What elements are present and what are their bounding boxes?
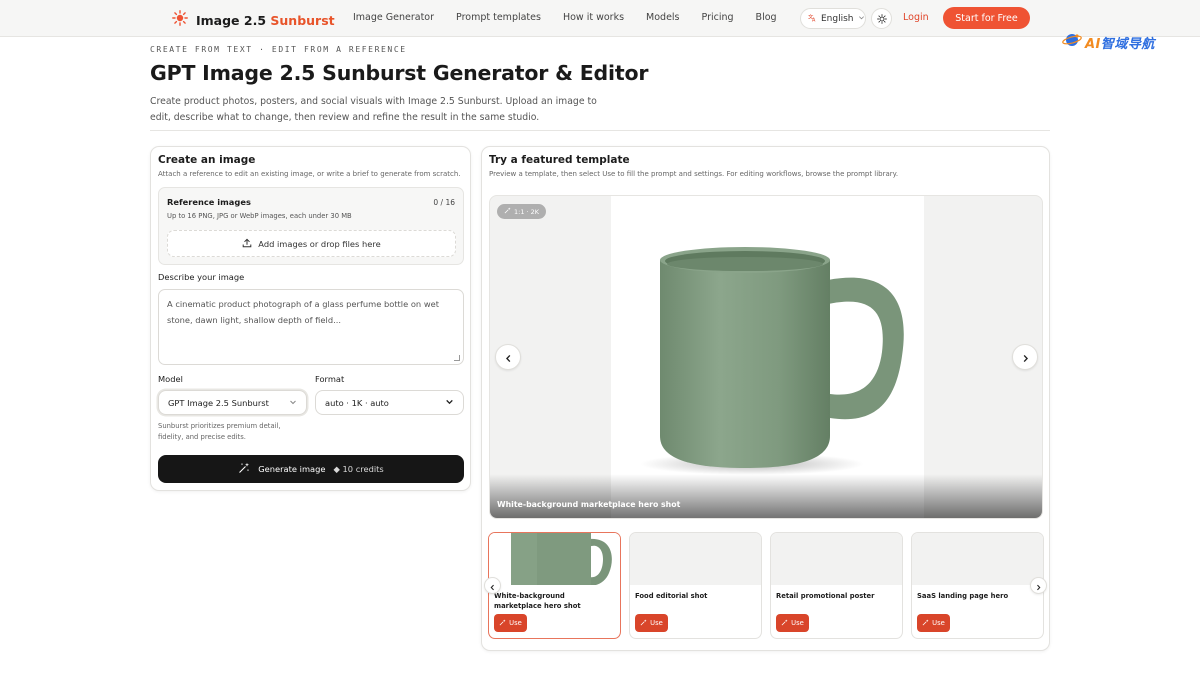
header-divider <box>150 130 1050 131</box>
chevron-down-icon <box>445 397 454 408</box>
use-template-button[interactable]: Use <box>917 614 950 632</box>
top-navigation: Image 2.5 Sunburst Image Generator Promp… <box>0 0 1200 37</box>
brand-logo[interactable]: Image 2.5 Sunburst <box>172 10 335 30</box>
chevron-left-icon <box>504 348 513 367</box>
create-card-description: Attach a reference to edit an existing i… <box>158 170 461 178</box>
use-template-button[interactable]: Use <box>635 614 668 632</box>
featured-title: Try a featured template <box>489 154 630 166</box>
prompt-label: Describe your image <box>158 272 245 282</box>
upload-icon <box>242 238 252 250</box>
template-card-saas[interactable]: SaaS landing page hero Use <box>911 532 1044 639</box>
create-card-title: Create an image <box>158 154 256 166</box>
template-card-food[interactable]: Food editorial shot Use <box>629 532 762 639</box>
sparkle-icon <box>499 618 506 628</box>
templates-next-button[interactable] <box>1030 577 1047 594</box>
sparkle-icon <box>781 618 788 628</box>
chevron-down-icon <box>289 398 297 408</box>
hero-caption-overlay <box>490 474 1042 518</box>
sparkle-icon <box>640 618 647 628</box>
ratio-chip: 1:1 · 2K <box>497 204 547 219</box>
featured-template-card: Try a featured template Preview a templa… <box>481 146 1050 651</box>
template-preview[interactable]: 1:1 · 2K White-background marketplace he… <box>489 195 1043 519</box>
reference-images-description: Up to 16 PNG, JPG or WebP images, each u… <box>167 212 352 220</box>
prompt-textarea[interactable]: A cinematic product photograph of a glas… <box>158 289 464 365</box>
reference-images-count: 0 / 16 <box>433 198 455 207</box>
nav-models[interactable]: Models <box>646 12 679 23</box>
format-select-value: auto · 1K · auto <box>325 397 389 408</box>
generate-label: Generate image <box>258 464 326 474</box>
brand-name: Image 2.5 Sunburst <box>196 12 335 28</box>
sun-logo-icon <box>172 10 188 30</box>
translate-icon: 文A <box>808 12 817 25</box>
use-label: Use <box>791 619 804 627</box>
eyebrow-text: CREATE FROM TEXT · EDIT FROM A REFERENCE <box>150 45 407 54</box>
chevron-right-icon <box>1021 348 1030 367</box>
format-select[interactable]: auto · 1K · auto <box>315 390 464 415</box>
template-card-retail[interactable]: Retail promotional poster Use <box>770 532 903 639</box>
reference-images-panel: Reference images 0 / 16 Up to 16 PNG, JP… <box>158 187 464 265</box>
mug-thumbnail <box>489 533 620 585</box>
use-label: Use <box>650 619 663 627</box>
template-title: Retail promotional poster <box>776 592 875 600</box>
template-thumbnail <box>630 533 761 585</box>
model-select[interactable]: GPT Image 2.5 Sunburst <box>158 390 307 415</box>
template-title: SaaS landing page hero <box>917 592 1009 600</box>
hero-caption: White-background marketplace hero shot <box>497 500 681 509</box>
reference-images-title: Reference images <box>167 197 251 207</box>
chevron-right-icon <box>1035 576 1042 595</box>
resize-handle[interactable] <box>454 355 460 361</box>
templates-prev-button[interactable] <box>484 577 501 594</box>
nav-blog[interactable]: Blog <box>756 12 777 23</box>
template-title: Food editorial shot <box>635 592 708 600</box>
template-title: White-background marketplace hero shot <box>494 592 581 610</box>
model-note: Sunburst prioritizes premium detail, fid… <box>158 422 281 441</box>
page-title: GPT Image 2.5 Sunburst Generator & Edito… <box>150 61 649 85</box>
credits-cost: ◆ 10 credits <box>333 464 384 474</box>
nav-prompt-templates[interactable]: Prompt templates <box>456 12 541 23</box>
model-select-value: GPT Image 2.5 Sunburst <box>168 397 269 408</box>
nav-how-it-works[interactable]: How it works <box>563 12 624 23</box>
nav-links: Image Generator Prompt templates How it … <box>353 12 777 23</box>
brand-accent: Sunburst <box>270 12 335 28</box>
template-thumbnail <box>912 533 1043 585</box>
language-selector[interactable]: 文A English <box>800 8 866 29</box>
start-for-free-button[interactable]: Start for Free <box>943 7 1030 29</box>
page-subtitle: Create product photos, posters, and soci… <box>150 96 597 123</box>
template-thumbnail <box>489 533 620 585</box>
add-images-button[interactable]: Add images or drop files here <box>167 230 456 257</box>
watermark: AI智域导航 <box>1062 32 1155 52</box>
generate-image-button[interactable]: Generate image ◆ 10 credits <box>158 455 464 483</box>
magic-wand-icon <box>238 462 250 476</box>
prompt-placeholder: A cinematic product photograph of a glas… <box>167 299 439 325</box>
format-label: Format <box>315 374 345 384</box>
theme-toggle-button[interactable] <box>871 8 892 29</box>
sun-icon <box>876 9 887 28</box>
globe-logo-icon <box>1062 32 1082 52</box>
use-label: Use <box>932 619 945 627</box>
nav-pricing[interactable]: Pricing <box>702 12 734 23</box>
add-images-label: Add images or drop files here <box>258 238 381 249</box>
use-template-button[interactable]: Use <box>494 614 527 632</box>
template-thumbnail <box>771 533 902 585</box>
sparkle-icon <box>504 207 511 216</box>
featured-description: Preview a template, then select Use to f… <box>489 170 899 178</box>
chevron-left-icon <box>489 576 496 595</box>
chevron-down-icon <box>858 14 865 24</box>
preview-prev-button[interactable] <box>495 344 521 370</box>
template-card-marketplace[interactable]: White-background marketplace hero shot U… <box>488 532 621 639</box>
svg-text:A: A <box>812 17 816 21</box>
preview-next-button[interactable] <box>1012 344 1038 370</box>
use-template-button[interactable]: Use <box>776 614 809 632</box>
ratio-chip-label: 1:1 · 2K <box>514 207 540 216</box>
create-image-card: Create an image Attach a reference to ed… <box>150 146 471 491</box>
watermark-text: AI智域导航 <box>1085 36 1155 52</box>
nav-image-generator[interactable]: Image Generator <box>353 12 434 23</box>
login-link[interactable]: Login <box>903 12 929 23</box>
use-label: Use <box>509 619 522 627</box>
language-label: English <box>821 13 854 24</box>
model-label: Model <box>158 374 183 384</box>
sparkle-icon <box>922 618 929 628</box>
mug-image <box>640 247 904 475</box>
